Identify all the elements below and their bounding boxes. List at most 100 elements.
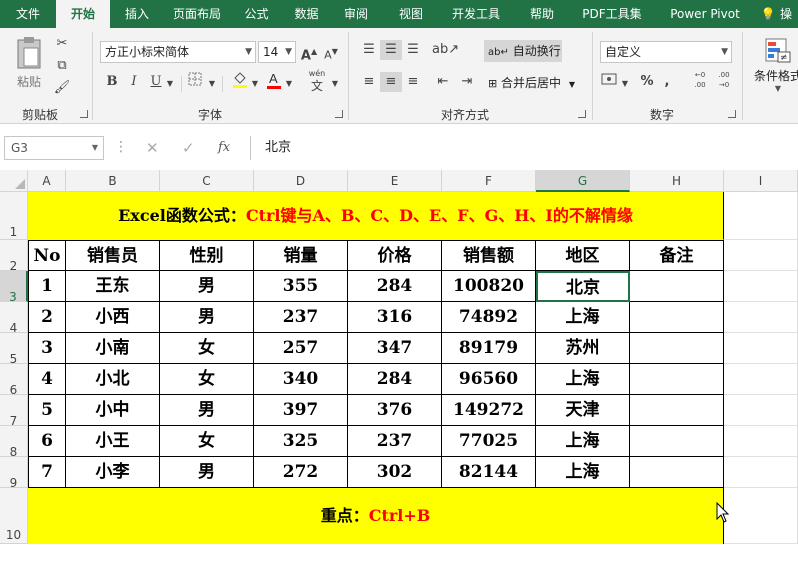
tab-0[interactable]: 文件 [0,0,56,28]
conditional-formatting-button[interactable]: ≠ 条件格式 ▼ [748,36,798,106]
empty-cell[interactable] [724,488,798,544]
table-cell[interactable]: 340 [254,364,348,395]
column-header-h[interactable]: H [630,170,724,192]
row-header-7[interactable]: 7 [0,395,28,428]
italic-button[interactable]: I [126,72,142,92]
tab-6[interactable]: 审阅 [330,0,382,28]
table-cell[interactable]: 284 [348,271,442,302]
header-cell-e[interactable]: 价格 [348,240,442,271]
table-cell[interactable]: 男 [160,302,254,333]
table-cell[interactable]: 100820 [442,271,536,302]
table-cell[interactable]: 237 [254,302,348,333]
table-cell[interactable]: 325 [254,426,348,457]
row-header-6[interactable]: 6 [0,364,28,397]
table-cell[interactable] [630,457,724,488]
tab-4[interactable]: 公式 [230,0,283,28]
column-header-a[interactable]: A [28,170,66,192]
tab-10[interactable]: PDF工具集 [572,0,652,28]
tab-9[interactable]: 帮助 [512,0,572,28]
decrease-decimal-button[interactable]: .00 →0 [714,70,734,90]
table-cell[interactable]: 74892 [442,302,536,333]
select-all-corner[interactable] [0,170,28,192]
clipboard-launcher-icon[interactable] [80,110,88,118]
table-cell[interactable]: 小南 [66,333,160,364]
table-cell[interactable] [630,333,724,364]
table-cell[interactable]: 272 [254,457,348,488]
cut-icon[interactable]: ✂ [52,34,72,54]
row-header-5[interactable]: 5 [0,333,28,366]
font-size-dropdown[interactable]: 14 ▼ [258,41,296,63]
column-header-g[interactable]: G [536,170,630,192]
name-box[interactable]: G3 ▼ [4,136,104,160]
row-header-8[interactable]: 8 [0,426,28,459]
table-cell[interactable]: 小王 [66,426,160,457]
row-header-1[interactable]: 1 [0,192,28,240]
increase-indent-button[interactable]: ⇥ [456,72,478,92]
table-cell[interactable]: 7 [28,457,66,488]
table-cell[interactable]: 上海 [536,426,630,457]
tab-11[interactable]: Power Pivot [652,0,758,28]
table-cell[interactable] [630,364,724,395]
header-cell-b[interactable]: 销售员 [66,240,160,271]
table-cell[interactable]: 女 [160,333,254,364]
empty-cell[interactable] [724,457,798,488]
table-cell[interactable]: 小西 [66,302,160,333]
tab-1[interactable]: 开始 [56,0,110,28]
table-cell[interactable]: 376 [348,395,442,426]
tab-5[interactable]: 数据 [283,0,330,28]
table-cell[interactable] [630,302,724,333]
increase-font-size-button[interactable]: A▲ [300,42,318,66]
orientation-button[interactable]: ab↗ [432,40,459,60]
table-cell[interactable]: 王东 [66,271,160,302]
table-cell[interactable]: 上海 [536,457,630,488]
bold-button[interactable]: B [104,72,120,92]
formula-input[interactable]: 北京 [250,136,798,160]
empty-cell[interactable] [724,302,798,333]
header-cell-f[interactable]: 销售额 [442,240,536,271]
table-cell[interactable] [630,271,724,302]
empty-cell[interactable] [724,364,798,395]
comma-style-button[interactable]: , [660,72,674,92]
copy-icon[interactable]: ⧉ [52,56,72,76]
number-launcher-icon[interactable] [728,110,736,118]
tab-7[interactable]: 视图 [382,0,440,28]
table-cell[interactable]: 6 [28,426,66,457]
column-header-f[interactable]: F [442,170,536,192]
column-header-c[interactable]: C [160,170,254,192]
table-cell[interactable]: 237 [348,426,442,457]
header-cell-d[interactable]: 销量 [254,240,348,271]
table-cell[interactable]: 男 [160,271,254,302]
table-cell[interactable]: 女 [160,426,254,457]
percent-style-button[interactable]: % [638,72,656,92]
tab-8[interactable]: 开发工具 [440,0,512,28]
table-cell[interactable]: 北京 [536,271,630,302]
table-cell[interactable]: 149272 [442,395,536,426]
table-cell[interactable]: 355 [254,271,348,302]
table-cell[interactable]: 302 [348,457,442,488]
insert-function-icon[interactable]: fx [218,136,238,160]
table-cell[interactable]: 77025 [442,426,536,457]
row-header-9[interactable]: 9 [0,457,28,490]
table-cell[interactable]: 5 [28,395,66,426]
cancel-entry-icon[interactable]: ✕ [146,136,164,160]
phonetic-guide-button[interactable]: wén 文 [304,68,330,92]
header-cell-g[interactable]: 地区 [536,240,630,271]
align-right-button[interactable]: ≡ [402,72,424,92]
empty-cell[interactable] [724,271,798,302]
empty-cell[interactable] [724,333,798,364]
alignment-launcher-icon[interactable] [578,110,586,118]
chevron-down-icon[interactable]: ▼ [620,74,630,94]
fill-color-button[interactable] [230,70,250,95]
row-header-10[interactable]: 10 [0,488,28,544]
empty-cell[interactable] [724,192,798,240]
font-launcher-icon[interactable] [335,110,343,118]
header-cell-h[interactable]: 备注 [630,240,724,271]
table-cell[interactable]: 96560 [442,364,536,395]
table-cell[interactable]: 男 [160,395,254,426]
table-cell[interactable]: 82144 [442,457,536,488]
header-cell-a[interactable]: No [28,240,66,271]
table-cell[interactable]: 苏州 [536,333,630,364]
lightbulb-icon[interactable]: 💡 [758,0,778,28]
align-center-button[interactable]: ≡ [380,72,402,92]
table-cell[interactable]: 1 [28,271,66,302]
